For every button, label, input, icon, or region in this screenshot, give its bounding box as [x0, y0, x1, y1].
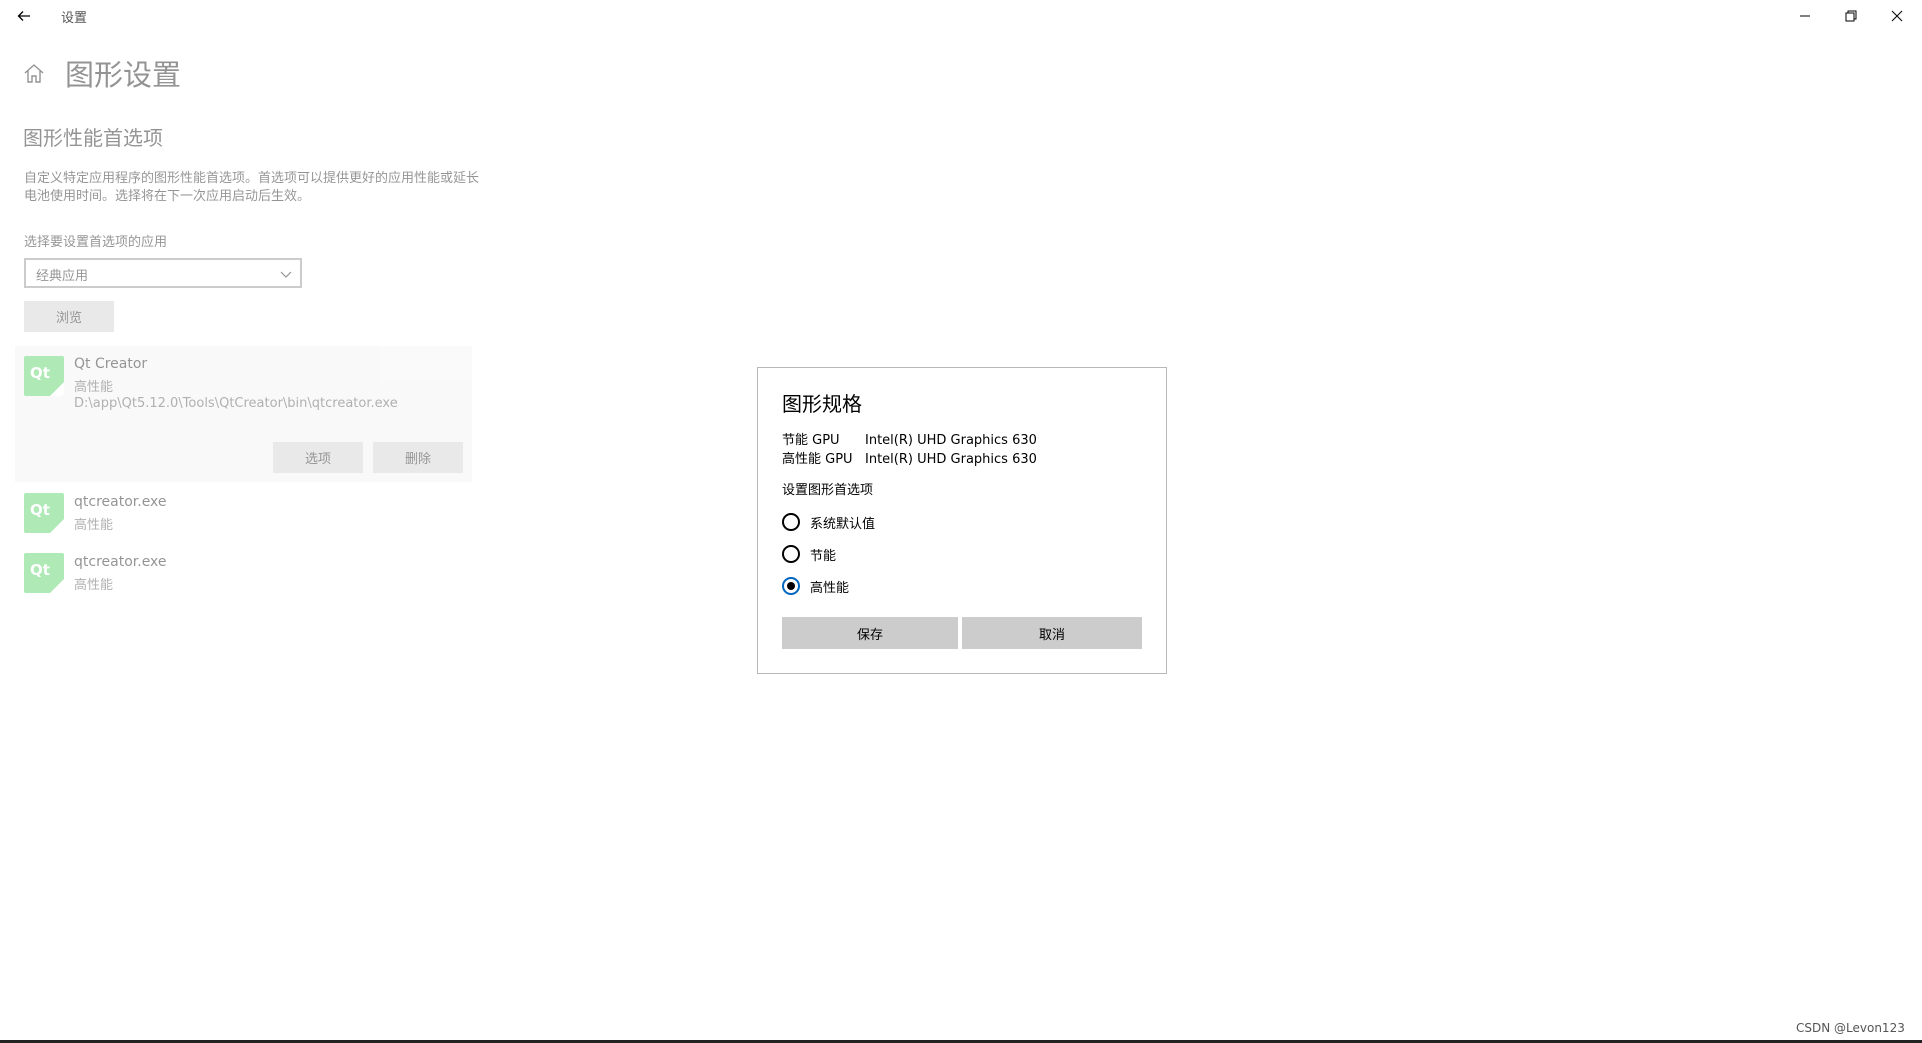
app-name: Qt Creator: [74, 356, 148, 372]
browse-button[interactable]: 浏览: [24, 301, 114, 332]
qt-app-icon: Qt: [24, 356, 64, 396]
app-preference: 高性能: [74, 578, 114, 593]
dropdown-value: 经典应用: [36, 269, 89, 284]
gpu-value: Intel(R) UHD Graphics 630: [865, 433, 1037, 448]
qt-app-icon: Qt: [24, 553, 64, 593]
page-title: 图形设置: [65, 58, 182, 92]
app-name: qtcreator.exe: [74, 494, 167, 510]
gpu-key: 节能 GPU: [782, 433, 840, 448]
app-preference: 高性能: [74, 518, 114, 533]
radio-button[interactable]: [782, 513, 800, 531]
options-button[interactable]: 选项: [273, 442, 363, 473]
section-title: 图形性能首选项: [23, 126, 163, 150]
power-saving-gpu-row: 节能 GPU Intel(R) UHD Graphics 630: [782, 429, 1037, 448]
app-name: qtcreator.exe: [74, 554, 167, 570]
app-select-label: 选择要设置首选项的应用: [24, 235, 168, 250]
radio-button-checked[interactable]: [782, 577, 800, 595]
app-preference: 高性能: [74, 380, 114, 395]
radio-high-performance[interactable]: 高性能: [782, 574, 849, 598]
cancel-button[interactable]: 取消: [962, 617, 1142, 649]
dialog-title: 图形规格: [782, 392, 862, 416]
radio-power-saving[interactable]: 节能: [782, 542, 836, 566]
chevron-down-icon: [280, 271, 292, 278]
section-description: 自定义特定应用程序的图形性能首选项。首选项可以提供更好的应用性能或延长电池使用时…: [24, 171, 480, 204]
app-list-item[interactable]: Qt qtcreator.exe 高性能: [15, 488, 472, 546]
gpu-value: Intel(R) UHD Graphics 630: [865, 452, 1037, 467]
high-performance-gpu-row: 高性能 GPU Intel(R) UHD Graphics 630: [782, 448, 1037, 467]
watermark: CSDN @Levon123: [1796, 1021, 1905, 1035]
app-list-item-expanded[interactable]: Qt Qt Creator 高性能 D:\app\Qt5.12.0\Tools\…: [15, 346, 472, 482]
delete-button[interactable]: 删除: [373, 442, 463, 473]
home-icon[interactable]: [22, 62, 46, 86]
app-path: D:\app\Qt5.12.0\Tools\QtCreator\bin\qtcr…: [74, 396, 398, 411]
save-button[interactable]: 保存: [782, 617, 958, 649]
graphics-spec-dialog: 图形规格 节能 GPU Intel(R) UHD Graphics 630 高性能…: [757, 367, 1167, 674]
radio-label: 系统默认值: [810, 516, 876, 532]
radio-button[interactable]: [782, 545, 800, 563]
radio-label: 节能: [810, 548, 837, 564]
preference-label: 设置图形首选项: [782, 483, 874, 498]
app-type-dropdown[interactable]: 经典应用: [24, 258, 302, 288]
qt-app-icon: Qt: [24, 493, 64, 533]
radio-label: 高性能: [810, 580, 850, 596]
radio-system-default[interactable]: 系统默认值: [782, 510, 875, 534]
settings-window: 设置 图形设置 图形性能首选项 自定义特定应用程序的图形性能首选项。首选项可以提…: [0, 0, 1922, 1043]
gpu-key: 高性能 GPU: [782, 452, 853, 467]
app-list-item[interactable]: Qt qtcreator.exe 高性能: [15, 548, 472, 606]
